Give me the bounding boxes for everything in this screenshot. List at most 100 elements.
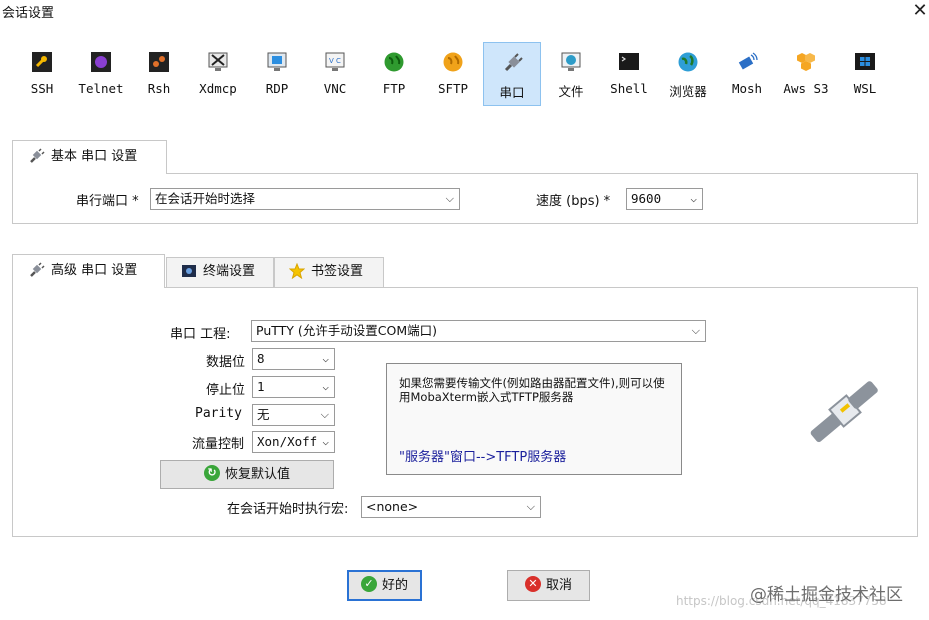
star-icon [289, 262, 305, 279]
toolbar-label: VNC [323, 81, 347, 96]
tftp-server-link[interactable]: "服务器"窗口-->TFTP服务器 [399, 446, 566, 465]
cancel-x-icon: ✕ [524, 576, 541, 592]
tab-advanced-serial[interactable]: 高级 串口 设置 [12, 254, 165, 288]
toolbar-label: SSH [30, 81, 54, 96]
browser-globe-icon [678, 52, 698, 72]
toolbar-label: FTP [382, 81, 406, 96]
close-icon[interactable]: ✕ [911, 0, 929, 22]
ok-button[interactable]: ✓ 好的 [347, 570, 422, 601]
tab-label: 基本 串口 设置 [51, 149, 138, 164]
toolbar-label: SFTP [437, 81, 469, 96]
toolbar-button-xdmcp[interactable]: Xdmcp [189, 42, 247, 106]
tab-label: 高级 串口 设置 [51, 263, 138, 278]
stop-bits-select[interactable]: 1 ⌵ [252, 376, 335, 398]
toolbar-label: WSL [853, 81, 877, 96]
cancel-button[interactable]: ✕ 取消 [507, 570, 590, 601]
button-label: 恢复默认值 [224, 467, 290, 482]
tab-terminal-settings[interactable]: 终端设置 [166, 257, 274, 287]
button-label: 好的 [381, 578, 408, 593]
select-value: 1 [257, 379, 265, 394]
ssh-icon [32, 52, 52, 72]
toolbar-button-mosh[interactable]: Mosh [718, 42, 776, 106]
toolbar-button-sftp[interactable]: SFTP [424, 42, 482, 106]
tab-label: 书签设置 [311, 264, 364, 279]
toolbar-label: Rsh [147, 81, 171, 96]
tftp-info-box: 如果您需要传输文件(例如路由器配置文件),则可以使用MobaXterm嵌入式TF… [386, 363, 682, 475]
select-value: 在会话开始时选择 [155, 191, 256, 206]
toolbar-label: 浏览器 [669, 84, 707, 99]
select-value: <none> [366, 499, 419, 514]
toolbar-label: RDP [265, 81, 289, 96]
file-globe-icon [561, 52, 581, 71]
window-title: 会话设置 [2, 6, 55, 21]
tab-bookmark-settings[interactable]: 书签设置 [274, 257, 384, 287]
chevron-down-icon: ⌵ [322, 435, 329, 448]
macro-select[interactable]: <none> ⌵ [361, 496, 541, 518]
vnc-icon: V C [325, 52, 345, 71]
chevron-down-icon: ⌵ [445, 192, 454, 205]
chevron-down-icon: ⌵ [320, 408, 329, 421]
data-bits-label: 数据位 [206, 355, 246, 370]
checkmark-icon: ✓ [360, 576, 377, 592]
shell-terminal-icon [619, 53, 639, 70]
select-value: 9600 [631, 191, 662, 206]
aws-s3-icon [797, 53, 815, 71]
toolbar-button-rsh[interactable]: Rsh [130, 42, 188, 106]
toolbar-button-shell[interactable]: Shell [600, 42, 658, 106]
mosh-satellite-icon [738, 52, 758, 70]
svg-text:V C: V C [329, 57, 341, 65]
tab-label: 终端设置 [203, 264, 256, 279]
toolbar-button-browser[interactable]: 浏览器 [659, 42, 717, 106]
serial-plug-icon [30, 261, 45, 277]
toolbar-button-rdp[interactable]: RDP [248, 42, 306, 106]
chevron-down-icon: ⌵ [691, 324, 700, 337]
speed-select[interactable]: 9600 ⌵ [626, 188, 703, 210]
stop-bits-label: 停止位 [206, 383, 246, 398]
toolbar-button-vnc[interactable]: V C VNC [306, 42, 364, 106]
select-value: Xon/Xoff [257, 434, 318, 449]
basic-settings-panel [12, 173, 918, 224]
restore-defaults-button[interactable]: ↻ 恢复默认值 [160, 460, 334, 489]
speed-label: 速度 (bps) * [536, 194, 611, 209]
terminal-settings-icon [182, 264, 196, 277]
select-value: PuTTY (允许手动设置COM端口) [256, 323, 438, 338]
serial-engine-select[interactable]: PuTTY (允许手动设置COM端口) ⌵ [251, 320, 706, 342]
toolbar-label: Telnet [78, 81, 124, 96]
rsh-icon [149, 52, 169, 72]
toolbar-button-telnet[interactable]: Telnet [72, 42, 130, 106]
serial-port-select[interactable]: 在会话开始时选择 ⌵ [150, 188, 460, 210]
parity-label: Parity [195, 406, 242, 421]
serial-port-label: 串行端口 * [76, 194, 139, 209]
watermark-brand: @稀土掘金技术社区 [750, 585, 903, 605]
toolbar-label: 串口 [499, 85, 525, 100]
toolbar-button-ssh[interactable]: SSH [13, 42, 71, 106]
toolbar-button-ftp[interactable]: FTP [365, 42, 423, 106]
toolbar-button-wsl[interactable]: WSL [836, 42, 894, 106]
refresh-icon: ↻ [203, 465, 220, 481]
toolbar-button-serial[interactable]: 串口 [483, 42, 541, 106]
flow-control-label: 流量控制 [192, 437, 245, 452]
chevron-down-icon: ⌵ [322, 352, 329, 365]
toolbar-button-file[interactable]: 文件 [542, 42, 600, 106]
flow-control-select[interactable]: Xon/Xoff ⌵ [252, 431, 335, 453]
tab-basic-serial[interactable]: 基本 串口 设置 [12, 140, 167, 174]
sftp-icon [443, 52, 463, 72]
button-label: 取消 [545, 578, 572, 593]
chevron-down-icon: ⌵ [322, 380, 329, 393]
select-value: 无 [257, 407, 270, 422]
serial-engine-label: 串口 工程: [170, 327, 231, 342]
xdmcp-icon [208, 52, 228, 71]
macro-label: 在会话开始时执行宏: [227, 502, 349, 517]
serial-plug-icon [30, 147, 45, 163]
telnet-icon [91, 52, 111, 72]
toolbar-label: Aws S3 [783, 81, 829, 96]
ftp-icon [384, 52, 404, 72]
chevron-down-icon: ⌵ [526, 500, 535, 513]
parity-select[interactable]: 无 ⌵ [252, 404, 335, 426]
select-value: 8 [257, 351, 265, 366]
data-bits-select[interactable]: 8 ⌵ [252, 348, 335, 370]
toolbar-label: Mosh [731, 81, 763, 96]
toolbar-button-aws-s3[interactable]: Aws S3 [777, 42, 835, 106]
toolbar-label: Xdmcp [199, 81, 237, 96]
rdp-icon [267, 52, 287, 71]
